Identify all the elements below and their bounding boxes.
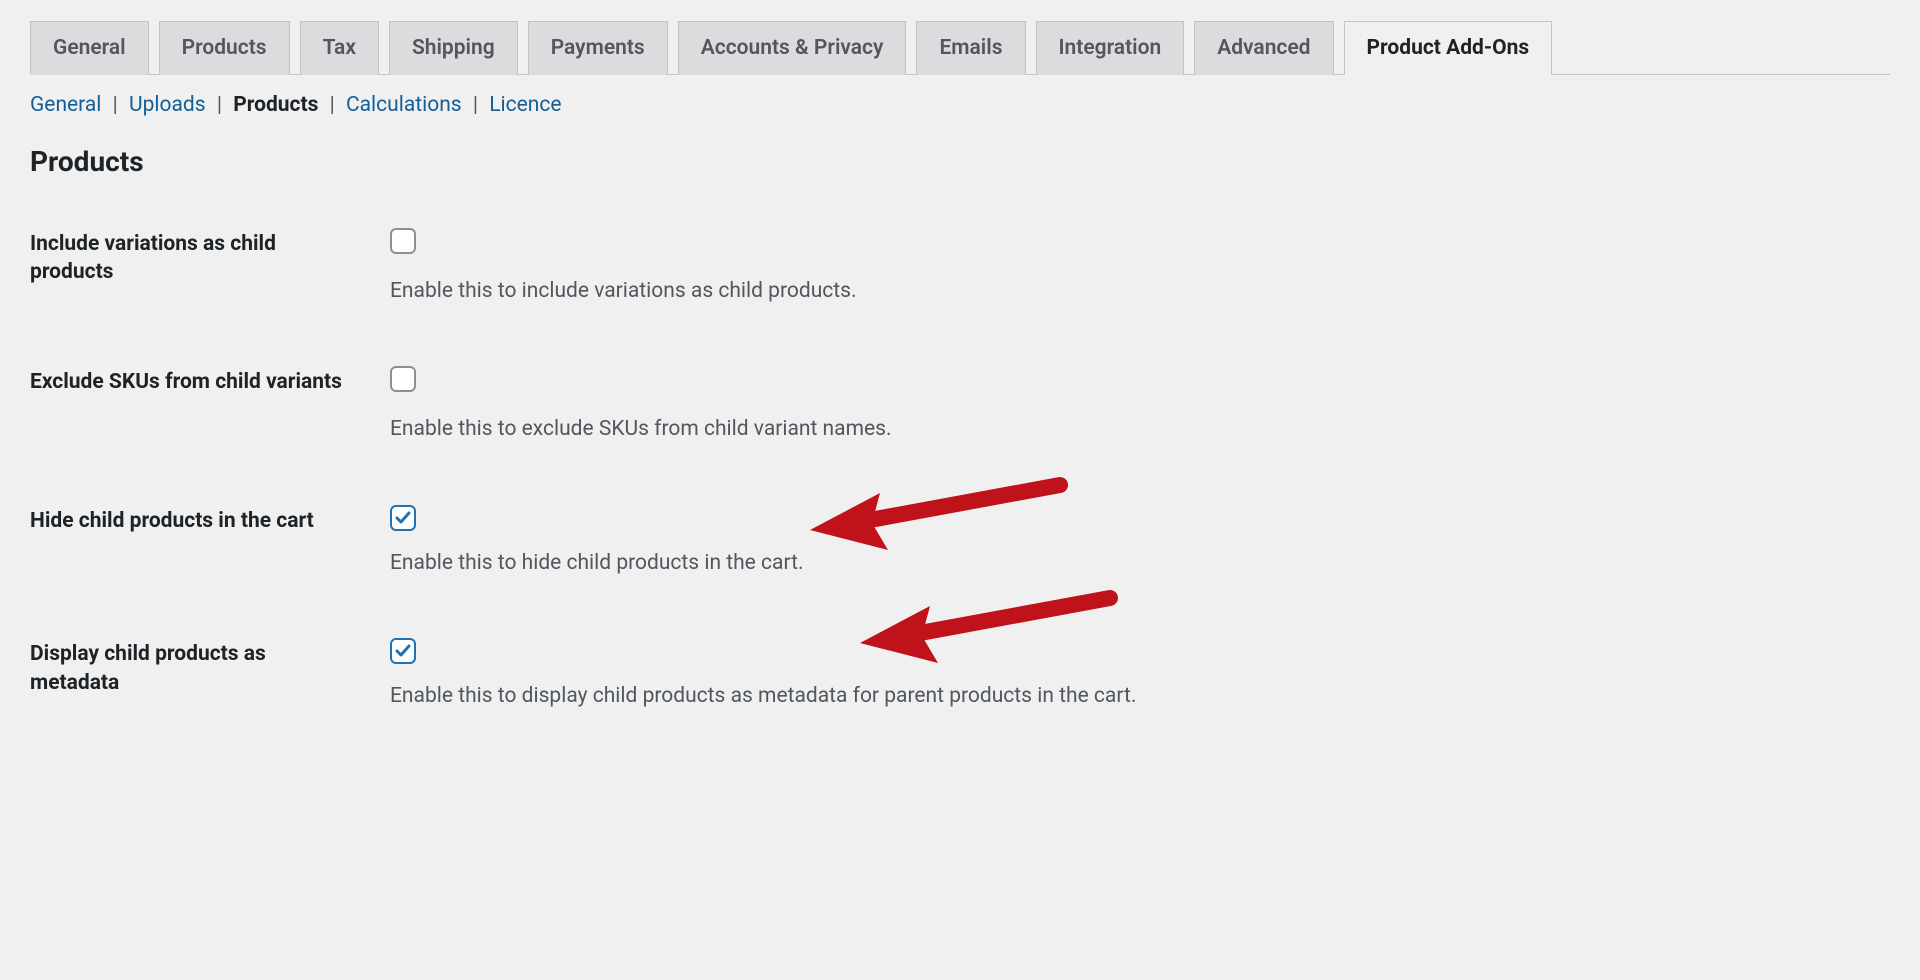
tab-advanced[interactable]: Advanced — [1194, 21, 1333, 75]
tab-integration[interactable]: Integration — [1036, 21, 1185, 75]
subnav-licence[interactable]: Licence — [489, 93, 561, 117]
setting-hide-child-products: Hide child products in the cart Enable t… — [30, 505, 1890, 578]
separator: | — [473, 93, 478, 117]
exclude-skus-checkbox[interactable] — [390, 366, 416, 392]
tab-tax[interactable]: Tax — [300, 21, 379, 75]
separator: | — [113, 93, 118, 117]
setting-label: Include variations as child products — [30, 228, 390, 287]
annotation-arrow-icon — [810, 475, 1070, 555]
setting-label: Exclude SKUs from child variants — [30, 366, 390, 396]
settings-form: Include variations as child products Ena… — [30, 228, 1890, 712]
setting-field: Enable this to hide child products in th… — [390, 505, 1890, 578]
tab-shipping[interactable]: Shipping — [389, 21, 518, 75]
section-title: Products — [30, 145, 1890, 178]
tab-accounts-privacy[interactable]: Accounts & Privacy — [678, 21, 907, 75]
tab-product-add-ons[interactable]: Product Add-Ons — [1344, 21, 1553, 75]
setting-label: Hide child products in the cart — [30, 505, 390, 535]
tab-products[interactable]: Products — [159, 21, 290, 75]
setting-label: Display child products as metadata — [30, 638, 390, 697]
setting-include-variations: Include variations as child products Ena… — [30, 228, 1890, 306]
display-child-metadata-checkbox[interactable] — [390, 638, 416, 664]
setting-description: Enable this to include variations as chi… — [390, 277, 1890, 306]
tab-general[interactable]: General — [30, 21, 149, 75]
separator: | — [330, 93, 335, 117]
setting-description: Enable this to display child products as… — [390, 682, 1890, 711]
setting-field: Enable this to display child products as… — [390, 638, 1890, 711]
setting-field: Enable this to exclude SKUs from child v… — [390, 366, 1890, 444]
main-tabs: General Products Tax Shipping Payments A… — [30, 20, 1890, 75]
hide-child-products-checkbox[interactable] — [390, 505, 416, 531]
subnav-uploads[interactable]: Uploads — [129, 93, 206, 117]
setting-description: Enable this to hide child products in th… — [390, 549, 1890, 578]
setting-description: Enable this to exclude SKUs from child v… — [390, 415, 1890, 444]
include-variations-checkbox[interactable] — [390, 228, 416, 254]
subnav-products[interactable]: Products — [233, 93, 318, 117]
sub-navigation: General | Uploads | Products | Calculati… — [30, 93, 1890, 117]
subnav-calculations[interactable]: Calculations — [346, 93, 462, 117]
setting-field: Enable this to include variations as chi… — [390, 228, 1890, 306]
separator: | — [217, 93, 222, 117]
tab-payments[interactable]: Payments — [528, 21, 668, 75]
setting-display-child-metadata: Display child products as metadata Enabl… — [30, 638, 1890, 711]
annotation-arrow-icon — [860, 588, 1120, 668]
subnav-general[interactable]: General — [30, 93, 101, 117]
tab-emails[interactable]: Emails — [916, 21, 1025, 75]
setting-exclude-skus: Exclude SKUs from child variants Enable … — [30, 366, 1890, 444]
